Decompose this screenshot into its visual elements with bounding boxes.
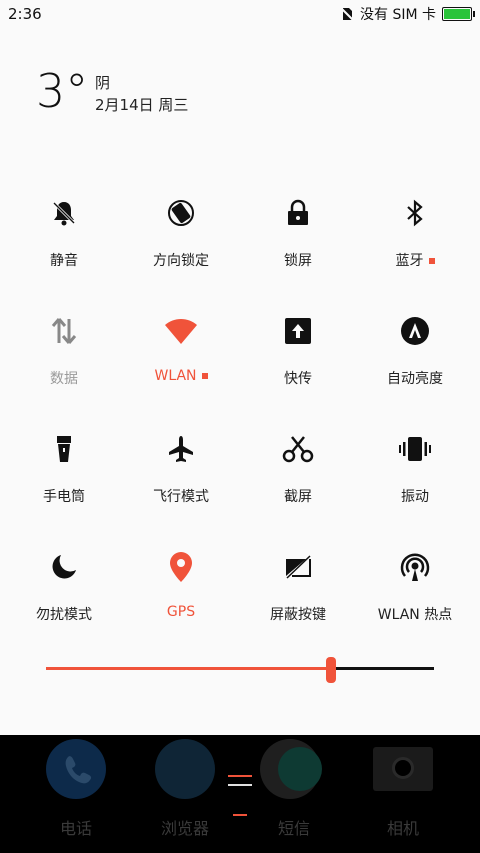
brightness-slider[interactable] [46, 657, 434, 683]
browser-icon [155, 739, 215, 799]
quick-settings-panel: 2:36 没有 SIM 卡 3° 阴 2月14日 周三 静音 方向锁定 锁屏 蓝… [0, 0, 480, 735]
tile-label: GPS [166, 604, 196, 620]
dock-app-label: 浏览器 [160, 819, 209, 838]
brightness-track-empty [331, 667, 434, 670]
tile-screenshot[interactable]: 截屏 [238, 412, 358, 530]
tile-wlan[interactable]: WLAN [121, 294, 241, 412]
tile-airplane-mode[interactable]: 飞行模式 [121, 412, 241, 530]
upload-icon [281, 314, 315, 348]
tile-label: 屏蔽按键 [270, 607, 326, 623]
tile-label: WLAN [121, 368, 241, 384]
tile-auto-brightness[interactable]: 自动亮度 [355, 294, 475, 412]
scissors-icon [281, 432, 315, 466]
no-sim-icon [340, 7, 354, 21]
tile-rotation-lock[interactable]: 方向锁定 [121, 176, 241, 294]
dock-app-label: 相机 [386, 819, 419, 838]
battery-icon [442, 7, 475, 21]
airplane-icon [164, 432, 198, 466]
rotation-lock-icon [164, 196, 198, 230]
wifi-icon [164, 314, 198, 348]
moon-icon [47, 550, 81, 584]
status-bar: 2:36 没有 SIM 卡 [0, 0, 480, 28]
status-right: 没有 SIM 卡 [340, 4, 475, 24]
tile-do-not-disturb[interactable]: 勿扰模式 [4, 530, 124, 648]
tile-gps[interactable]: GPS [121, 530, 241, 648]
tile-label: 自动亮度 [387, 371, 443, 387]
camera-icon [373, 747, 433, 791]
menu-handle-icon[interactable] [228, 775, 252, 823]
messages-bubble-icon [278, 747, 322, 791]
block-keys-icon [281, 550, 315, 584]
tile-label: 蓝牙 [355, 250, 475, 270]
tile-label: WLAN 热点 [377, 607, 453, 623]
tile-mobile-data[interactable]: 数据 [4, 294, 124, 412]
tile-label: 振动 [401, 489, 429, 505]
tile-block-keys[interactable]: 屏蔽按键 [238, 530, 358, 648]
vibrate-icon [398, 432, 432, 466]
tile-label: 手电筒 [43, 489, 85, 505]
brightness-slider-thumb[interactable] [326, 657, 336, 683]
dock-app-messages[interactable]: 短信 [246, 735, 342, 853]
flashlight-icon [47, 432, 81, 466]
dock-app-label: 电话 [59, 819, 92, 838]
tile-vibrate[interactable]: 振动 [355, 412, 475, 530]
tile-label: 飞行模式 [153, 489, 209, 505]
weather-temperature: 3° [36, 64, 89, 118]
auto-brightness-icon [398, 314, 432, 348]
bluetooth-icon [398, 196, 432, 230]
dock-app-label: 短信 [277, 819, 310, 838]
tile-label: 勿扰模式 [36, 607, 92, 623]
tile-label: 快传 [284, 371, 312, 387]
tile-quick-share[interactable]: 快传 [238, 294, 358, 412]
brightness-track-filled [46, 667, 331, 670]
bell-off-icon [47, 196, 81, 230]
weather-date: 2月14日 周三 [95, 96, 189, 114]
tile-label: 静音 [50, 253, 78, 269]
data-arrows-icon [47, 314, 81, 348]
tile-lock-screen[interactable]: 锁屏 [238, 176, 358, 294]
dock-app-phone[interactable]: 电话 [28, 735, 124, 853]
dock-app-browser[interactable]: 浏览器 [137, 735, 233, 853]
lock-icon [281, 196, 315, 230]
hotspot-icon [398, 550, 432, 584]
phone-icon [46, 739, 106, 799]
tile-silent[interactable]: 静音 [4, 176, 124, 294]
tile-bluetooth[interactable]: 蓝牙 [355, 176, 475, 294]
tile-label: 方向锁定 [153, 253, 209, 269]
tile-label: 锁屏 [284, 253, 312, 269]
tile-label: 截屏 [284, 489, 312, 505]
sim-status-text: 没有 SIM 卡 [360, 7, 436, 23]
tile-label: 数据 [50, 371, 78, 387]
status-time: 2:36 [8, 5, 42, 23]
location-pin-icon [164, 550, 198, 584]
weather-condition: 阴 [95, 74, 111, 92]
tile-flashlight[interactable]: 手电筒 [4, 412, 124, 530]
tile-hotspot[interactable]: WLAN 热点 [355, 530, 475, 648]
dock-app-camera[interactable]: 相机 [355, 735, 451, 853]
